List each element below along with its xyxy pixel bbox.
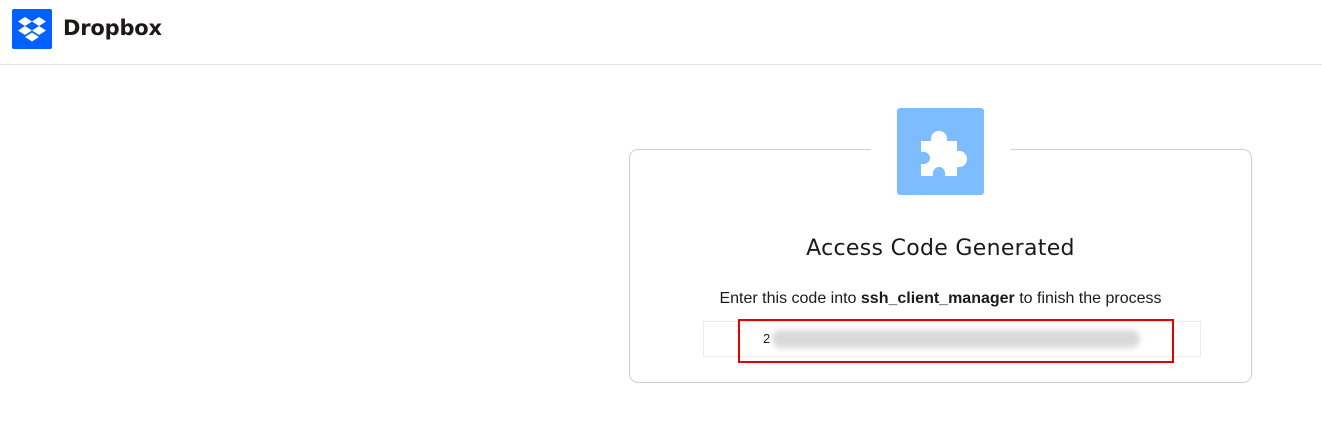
top-bar: Dropbox bbox=[0, 0, 1322, 65]
highlight-box bbox=[738, 319, 1174, 363]
dropbox-logo-icon[interactable] bbox=[12, 9, 52, 49]
app-name: ssh_client_manager bbox=[860, 290, 1015, 307]
puzzle-piece-icon bbox=[897, 108, 984, 195]
page-title: Access Code Generated bbox=[806, 236, 1075, 261]
instruction-text: Enter this code into ssh_client_manager … bbox=[629, 289, 1252, 309]
brand-name[interactable]: Dropbox bbox=[63, 14, 162, 42]
instruction-suffix: to finish the process bbox=[1014, 290, 1162, 307]
instruction-prefix: Enter this code into bbox=[719, 290, 861, 307]
